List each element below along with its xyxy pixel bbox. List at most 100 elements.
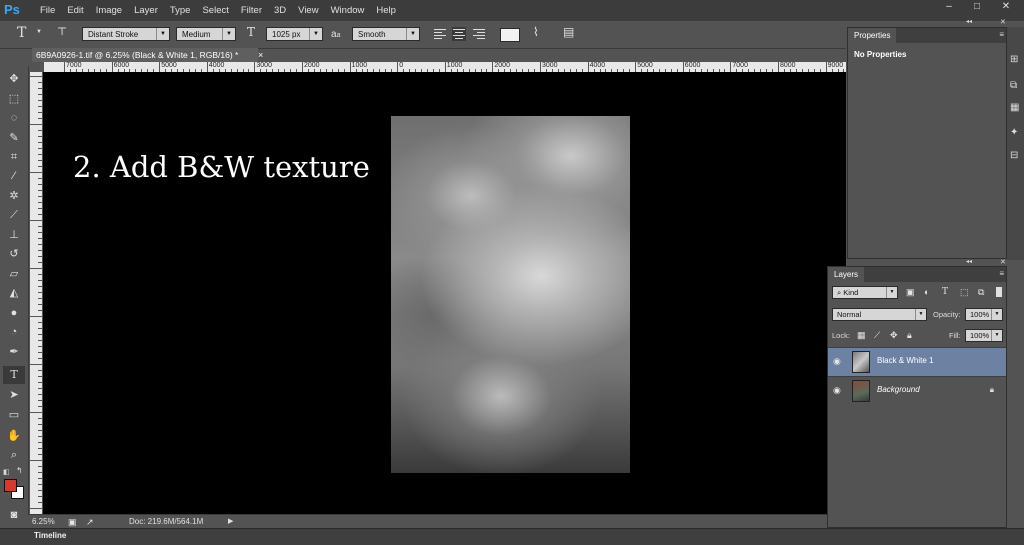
menu-help[interactable]: Help bbox=[370, 0, 402, 21]
properties-close-icon[interactable]: ✕ bbox=[1000, 18, 1006, 26]
eyedropper-tool-icon[interactable]: ⁄ bbox=[3, 167, 25, 185]
lock-position-icon[interactable]: ✥ bbox=[890, 330, 898, 341]
panel-menu-icon[interactable]: ≡ bbox=[999, 30, 1004, 39]
font-style-select[interactable]: Medium ▼ bbox=[176, 27, 236, 41]
zoom-level[interactable]: 6.25% bbox=[32, 515, 55, 529]
rectangle-tool-icon[interactable]: ▭ bbox=[3, 406, 25, 424]
filter-pixel-icon[interactable]: ▣ bbox=[906, 287, 915, 298]
crop-tool-icon[interactable]: ⌗ bbox=[3, 148, 25, 166]
horizontal-ruler[interactable]: 7000 6000 5000 4000 3000 2000 1000 0 1000 2000 300… bbox=[44, 62, 846, 72]
quick-select-tool-icon[interactable]: ✎ bbox=[3, 129, 25, 147]
swap-colors-icon[interactable]: ↰ bbox=[16, 466, 23, 475]
layer-name[interactable]: Black & White 1 bbox=[877, 356, 933, 365]
menu-file[interactable]: File bbox=[34, 0, 61, 21]
document-tab[interactable]: 6B9A0926-1.tif @ 6.25% (Black & White 1,… bbox=[32, 48, 258, 62]
properties-tab[interactable]: Properties bbox=[848, 28, 897, 43]
marquee-tool-icon[interactable]: ⬚ bbox=[3, 90, 25, 108]
layer-name[interactable]: Background bbox=[877, 385, 920, 394]
layers-collapse-icon[interactable]: ◂◂ bbox=[966, 258, 972, 265]
menu-image[interactable]: Image bbox=[90, 0, 128, 21]
lock-pixels-icon[interactable]: ⟋ bbox=[874, 330, 880, 341]
layers-close-icon[interactable]: ✕ bbox=[1000, 258, 1006, 266]
menu-type[interactable]: Type bbox=[164, 0, 197, 21]
default-colors-icon[interactable]: ◧ bbox=[3, 468, 10, 476]
canvas-headline-text[interactable]: 2. Add B&W texture bbox=[73, 150, 370, 184]
align-right-button[interactable] bbox=[472, 27, 486, 41]
vertical-ruler[interactable] bbox=[30, 72, 42, 514]
foreground-color-swatch[interactable] bbox=[4, 479, 17, 492]
eye-icon[interactable]: ◉ bbox=[833, 385, 845, 395]
type-tool-preset-icon[interactable]: T bbox=[17, 25, 26, 43]
font-size-select[interactable]: 1025 px ▼ bbox=[266, 27, 323, 41]
move-tool-icon[interactable]: ✥ bbox=[3, 70, 25, 88]
align-center-button[interactable] bbox=[452, 27, 466, 41]
status-menu-arrow-icon[interactable]: ▶ bbox=[228, 515, 233, 529]
hand-tool-icon[interactable]: ✋ bbox=[3, 427, 25, 445]
menu-view[interactable]: View bbox=[292, 0, 324, 21]
filter-adjustment-icon[interactable]: ◐ bbox=[924, 287, 929, 297]
chevron-down-icon[interactable]: ▼ bbox=[36, 29, 42, 47]
panel-menu-icon[interactable]: ≡ bbox=[999, 269, 1004, 278]
eraser-tool-icon[interactable]: ▱ bbox=[3, 265, 25, 283]
menu-filter[interactable]: Filter bbox=[235, 0, 268, 21]
type-tool-icon[interactable]: T bbox=[3, 366, 25, 384]
ruler-minor-tick bbox=[38, 304, 42, 305]
lock-transparent-icon[interactable]: ▦ bbox=[857, 330, 866, 341]
filter-shape-icon[interactable]: ⬚ bbox=[960, 287, 969, 298]
layer-filter-select[interactable]: ⌕ Kind ▼ bbox=[832, 286, 898, 299]
antialias-select[interactable]: Smooth ▼ bbox=[352, 27, 420, 41]
fill-input[interactable]: 100% ▼ bbox=[965, 329, 1003, 342]
filter-type-icon[interactable]: T bbox=[942, 287, 948, 297]
layer-row-black-white-1[interactable]: ◉ Black & White 1 bbox=[828, 347, 1006, 376]
swatches-icon[interactable]: ⊞ bbox=[1010, 54, 1018, 65]
clone-stamp-tool-icon[interactable]: ⊥ bbox=[3, 226, 25, 244]
align-left-button[interactable] bbox=[433, 27, 447, 41]
filter-toggle-icon[interactable] bbox=[996, 287, 1002, 297]
history-brush-tool-icon[interactable]: ↺ bbox=[3, 245, 25, 263]
document-canvas[interactable]: 2. Add B&W texture bbox=[43, 72, 846, 514]
dodge-tool-icon[interactable]: ◔ bbox=[3, 323, 25, 341]
share-icon[interactable]: ↗ bbox=[86, 515, 94, 529]
close-button[interactable]: ✕ bbox=[995, 0, 1017, 14]
filter-smart-object-icon[interactable]: ⧉ bbox=[978, 287, 984, 298]
proof-icon[interactable]: ▣ bbox=[68, 515, 77, 529]
ruler-label: 3000 bbox=[256, 62, 272, 69]
quick-mask-icon[interactable]: ◙ bbox=[3, 506, 25, 524]
adjustments-icon[interactable]: ⧉ bbox=[1010, 80, 1017, 91]
history-icon[interactable]: ⊟ bbox=[1010, 150, 1018, 161]
timeline-tab[interactable]: Timeline bbox=[34, 529, 66, 543]
close-document-icon[interactable]: × bbox=[258, 48, 270, 62]
minimize-button[interactable]: – bbox=[938, 0, 960, 14]
warp-text-icon[interactable]: ⌇ bbox=[533, 25, 539, 43]
blur-tool-icon[interactable]: ● bbox=[3, 304, 25, 322]
blend-mode-select[interactable]: Normal ▼ bbox=[832, 308, 927, 321]
healing-brush-tool-icon[interactable]: ✲ bbox=[3, 187, 25, 205]
lasso-tool-icon[interactable]: ◌ bbox=[3, 109, 25, 127]
text-color-swatch[interactable] bbox=[500, 28, 520, 42]
font-family-select[interactable]: Distant Stroke ▼ bbox=[82, 27, 170, 41]
toggle-orientation-icon[interactable]: ⊤ bbox=[57, 25, 67, 43]
character-panel-icon[interactable]: ▤ bbox=[563, 25, 574, 43]
zoom-tool-icon[interactable]: ⌕ bbox=[3, 446, 25, 464]
menu-window[interactable]: Window bbox=[325, 0, 371, 21]
brush-tool-icon[interactable]: ⟋ bbox=[3, 206, 25, 224]
styles-icon[interactable]: ▦ bbox=[1010, 102, 1019, 113]
lock-all-icon[interactable]: 🔒︎ bbox=[907, 330, 912, 341]
menu-3d[interactable]: 3D bbox=[268, 0, 292, 21]
eye-icon[interactable]: ◉ bbox=[833, 356, 845, 366]
ruler-tick bbox=[302, 62, 303, 72]
ruler-tick bbox=[492, 62, 494, 72]
properties-collapse-icon[interactable]: ◂◂ bbox=[966, 18, 972, 25]
path-selection-tool-icon[interactable]: ➤ bbox=[3, 386, 25, 404]
paint-bucket-tool-icon[interactable]: ◭ bbox=[3, 284, 25, 302]
menu-select[interactable]: Select bbox=[196, 0, 234, 21]
menu-edit[interactable]: Edit bbox=[61, 0, 89, 21]
maximize-button[interactable]: □ bbox=[966, 0, 988, 14]
layer-row-background[interactable]: ◉ Background 🔒︎ bbox=[828, 376, 1006, 405]
pen-tool-icon[interactable]: ✒ bbox=[3, 343, 25, 361]
menu-layer[interactable]: Layer bbox=[128, 0, 164, 21]
brush-presets-icon[interactable]: ✦ bbox=[1010, 127, 1018, 138]
layers-tab[interactable]: Layers bbox=[828, 267, 865, 282]
bw-texture-image[interactable] bbox=[391, 116, 630, 473]
opacity-input[interactable]: 100% ▼ bbox=[965, 308, 1003, 321]
